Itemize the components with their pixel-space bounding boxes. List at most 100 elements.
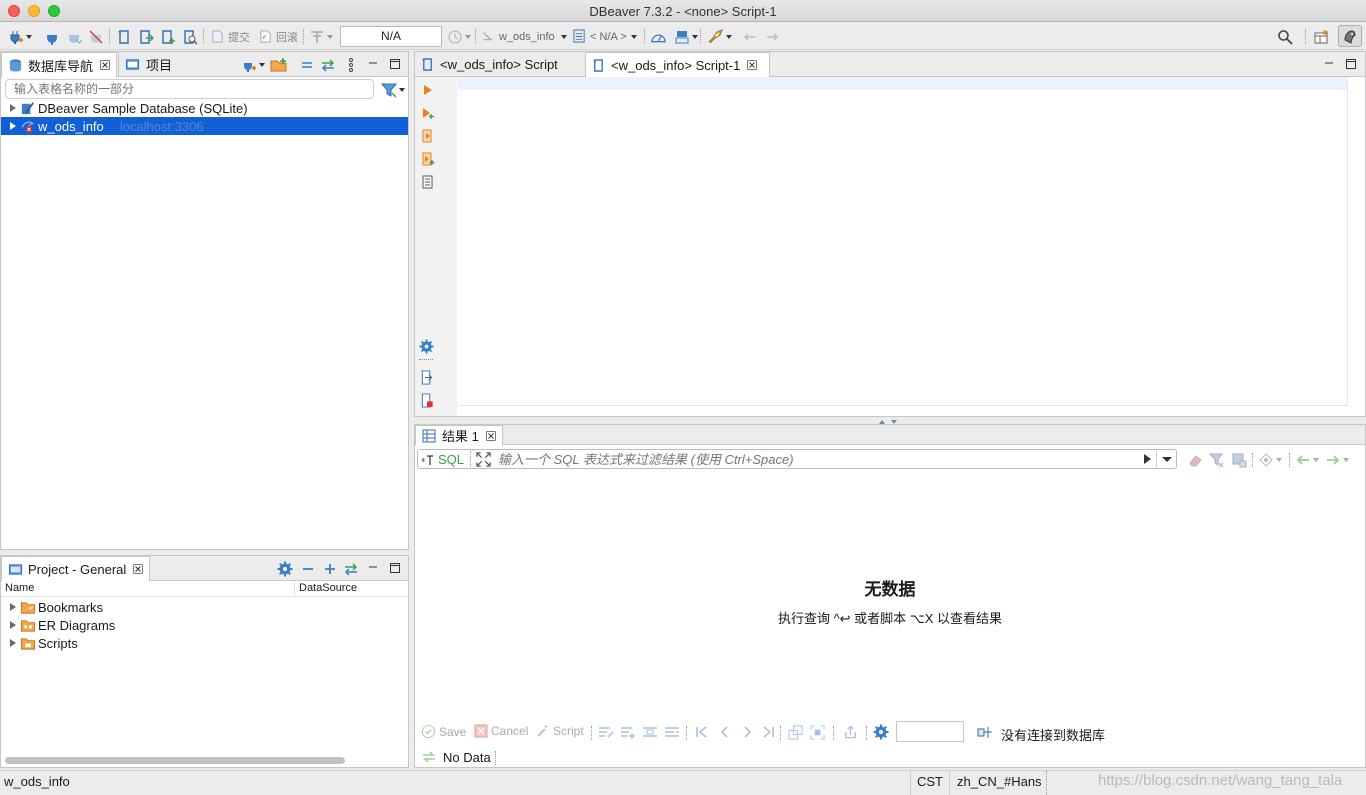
- minimize-icon[interactable]: [367, 58, 379, 70]
- navigator-filter-box[interactable]: [5, 79, 374, 99]
- project-settings-button[interactable]: [277, 559, 293, 578]
- add-row-icon[interactable]: [620, 725, 636, 739]
- filter-settings-dropdown[interactable]: [1258, 452, 1282, 468]
- tree-item-er-diagrams[interactable]: ER Diagrams: [1, 616, 408, 634]
- open-sql-script-button[interactable]: [138, 27, 154, 46]
- expand-arrow-icon[interactable]: [10, 639, 16, 647]
- execute-new-tab-icon[interactable]: [421, 106, 435, 120]
- apply-filter-icon[interactable]: [1142, 453, 1152, 465]
- refresh-results-button[interactable]: No Data: [421, 749, 491, 765]
- tab-projects[interactable]: 项目: [118, 52, 178, 77]
- execute-script-new-tab-icon[interactable]: [421, 152, 435, 166]
- filter-save-icon[interactable]: [1231, 452, 1247, 468]
- minimize-icon[interactable]: [367, 562, 379, 574]
- expand-arrow-icon[interactable]: [10, 104, 16, 112]
- minimize-icon[interactable]: [1323, 58, 1335, 70]
- tab-script[interactable]: <w_ods_info> Script: [415, 52, 585, 77]
- first-page-icon[interactable]: [695, 725, 709, 739]
- commit-button[interactable]: 提交: [210, 27, 250, 46]
- transaction-mode-button[interactable]: [309, 27, 333, 46]
- sql-filter-toggle[interactable]: SQL: [421, 452, 464, 467]
- disconnect-button[interactable]: [88, 27, 104, 46]
- close-script-icon[interactable]: [420, 393, 434, 408]
- panels-toggle-icon[interactable]: [977, 725, 993, 740]
- transaction-value-field[interactable]: N/A: [340, 26, 442, 47]
- next-page-icon[interactable]: [740, 725, 754, 739]
- last-page-icon[interactable]: [761, 725, 775, 739]
- execute-script-icon[interactable]: [421, 129, 435, 143]
- dashboard-button[interactable]: [650, 27, 667, 46]
- copy-row-icon[interactable]: [642, 725, 658, 739]
- rollback-button[interactable]: 回滚: [258, 27, 298, 46]
- filter-clear-icon[interactable]: [1209, 452, 1225, 468]
- new-connection-tab-button[interactable]: [241, 55, 265, 74]
- fetch-all-icon[interactable]: [810, 725, 825, 740]
- tree-item-scripts[interactable]: Scripts: [1, 634, 408, 652]
- project-expand-button[interactable]: [323, 559, 337, 578]
- horizontal-scrollbar[interactable]: [5, 757, 345, 764]
- results-back-button[interactable]: [1295, 452, 1319, 468]
- navigate-back-button[interactable]: [742, 27, 758, 46]
- save-datasource-button[interactable]: [674, 27, 698, 46]
- tree-item-w-ods-info[interactable]: w_ods_info localhost:3306: [1, 117, 408, 135]
- close-tab-icon[interactable]: [100, 60, 111, 70]
- gear-icon[interactable]: [873, 724, 889, 740]
- view-menu-button[interactable]: [348, 55, 354, 74]
- link-with-editor-button[interactable]: [320, 55, 336, 74]
- active-schema-selector[interactable]: < N/A >: [573, 27, 637, 46]
- delete-row-icon[interactable]: [664, 725, 680, 739]
- new-connection-button[interactable]: [8, 27, 32, 46]
- maximize-icon[interactable]: [1345, 58, 1357, 70]
- explain-plan-icon[interactable]: [421, 175, 435, 189]
- tree-item-bookmarks[interactable]: Bookmarks: [1, 598, 408, 616]
- maximize-icon[interactable]: [389, 562, 401, 574]
- results-script-button[interactable]: Script: [536, 724, 584, 738]
- new-sql-script-button[interactable]: [160, 27, 176, 46]
- project-link-button[interactable]: [343, 559, 359, 578]
- close-tab-icon[interactable]: [747, 60, 758, 70]
- expand-arrow-icon[interactable]: [10, 122, 16, 130]
- sql-editor-button[interactable]: [116, 27, 132, 46]
- tab-database-navigator[interactable]: 数据库导航: [1, 52, 118, 78]
- close-tab-icon[interactable]: [485, 430, 496, 441]
- max-rows-input[interactable]: [896, 721, 964, 742]
- close-tab-icon[interactable]: [133, 564, 144, 574]
- dbeaver-perspective-button[interactable]: [1338, 25, 1362, 47]
- tree-item-sqlite-sample[interactable]: DBeaver Sample Database (SQLite): [1, 99, 408, 117]
- reconnect-button[interactable]: [66, 27, 82, 46]
- tab-project-general[interactable]: Project - General: [1, 556, 151, 582]
- connect-button[interactable]: [44, 27, 60, 46]
- navigator-filter-input[interactable]: [6, 80, 373, 98]
- previous-page-icon[interactable]: [718, 725, 732, 739]
- tab-script-1[interactable]: <w_ods_info> Script-1: [585, 52, 770, 78]
- collapse-all-button[interactable]: [300, 55, 314, 74]
- open-perspective-button[interactable]: [1313, 27, 1330, 46]
- sql-text-area[interactable]: [458, 77, 1348, 406]
- launch-button[interactable]: [706, 27, 732, 46]
- eraser-icon[interactable]: [1187, 452, 1203, 468]
- global-search-button[interactable]: [1277, 27, 1293, 46]
- new-folder-button[interactable]: [270, 55, 288, 74]
- execute-statement-icon[interactable]: [421, 83, 435, 97]
- gear-icon[interactable]: [419, 339, 434, 354]
- expand-filter-icon[interactable]: [476, 452, 491, 467]
- filter-settings-button[interactable]: [381, 80, 405, 99]
- tab-results-1[interactable]: 结果 1: [415, 425, 503, 446]
- results-cancel-button[interactable]: Cancel: [474, 724, 528, 738]
- navigate-forward-button[interactable]: [764, 27, 780, 46]
- filter-history-dropdown-icon[interactable]: [1161, 456, 1173, 463]
- find-script-button[interactable]: [182, 27, 198, 46]
- expand-arrow-icon[interactable]: [10, 603, 16, 611]
- project-collapse-button[interactable]: [301, 559, 315, 578]
- expand-arrow-icon[interactable]: [10, 621, 16, 629]
- export-data-icon[interactable]: [843, 724, 858, 740]
- active-datasource-selector[interactable]: w_ods_info: [481, 27, 567, 46]
- results-filter-input[interactable]: [498, 451, 1138, 467]
- column-datasource-header[interactable]: DataSource: [299, 582, 357, 594]
- fetch-next-icon[interactable]: [788, 725, 803, 740]
- results-save-button[interactable]: Save: [421, 724, 466, 739]
- edit-row-icon[interactable]: [598, 725, 614, 739]
- results-forward-button[interactable]: [1325, 452, 1349, 468]
- transaction-log-button[interactable]: [447, 27, 471, 46]
- export-script-icon[interactable]: [420, 370, 434, 385]
